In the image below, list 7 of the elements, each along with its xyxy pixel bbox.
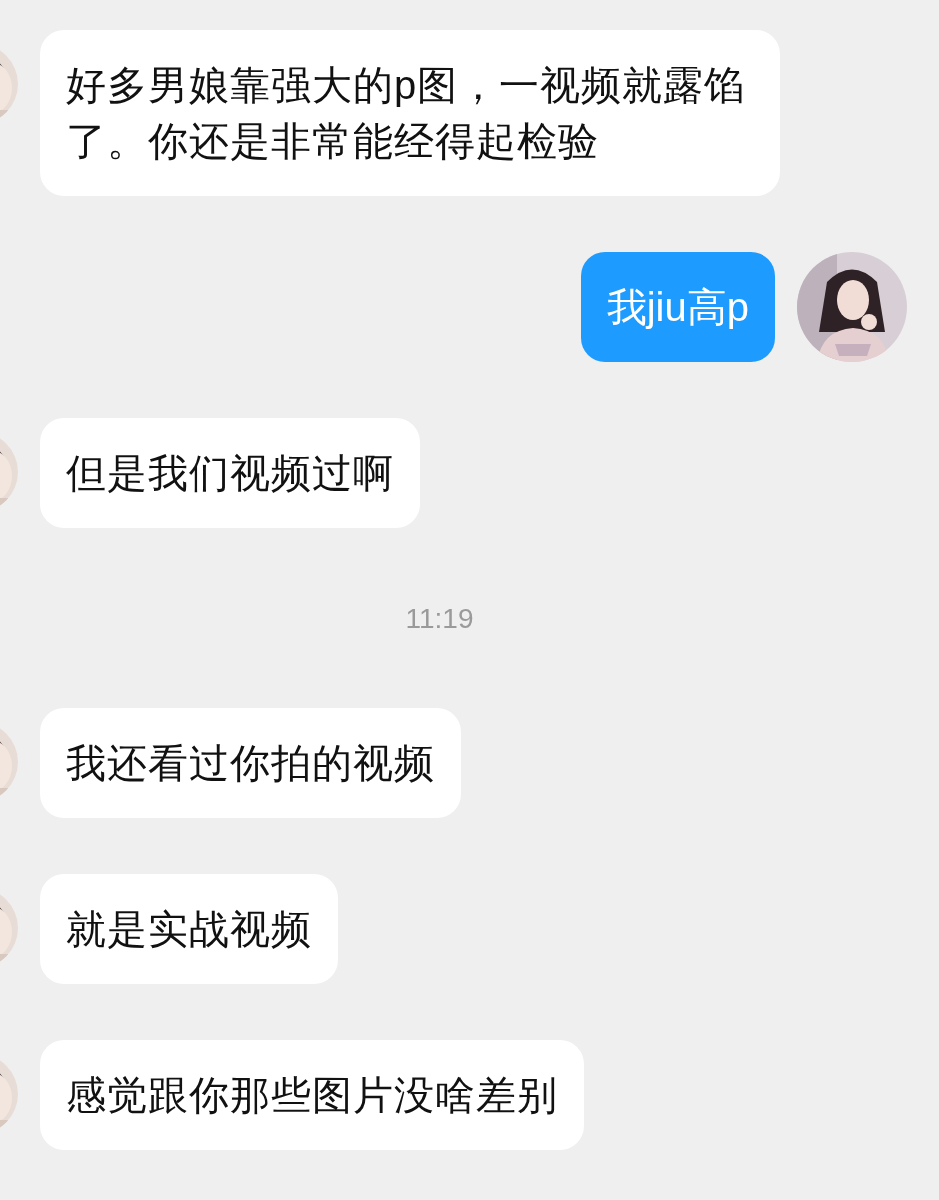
message-bubble: 就是实战视频	[40, 874, 338, 984]
timestamp: 11:19	[405, 602, 474, 636]
message-bubble: 我还看过你拍的视频	[40, 708, 461, 818]
message-bubble: 但是我们视频过啊	[40, 418, 420, 528]
message-bubble: 好多男娘靠强大的p图，一视频就露馅了。你还是非常能经得起检验	[40, 30, 780, 196]
message-bubble: 我jiu高p	[580, 252, 775, 362]
message-bubble: 感觉跟你那些图片没啥差别	[40, 1040, 584, 1150]
